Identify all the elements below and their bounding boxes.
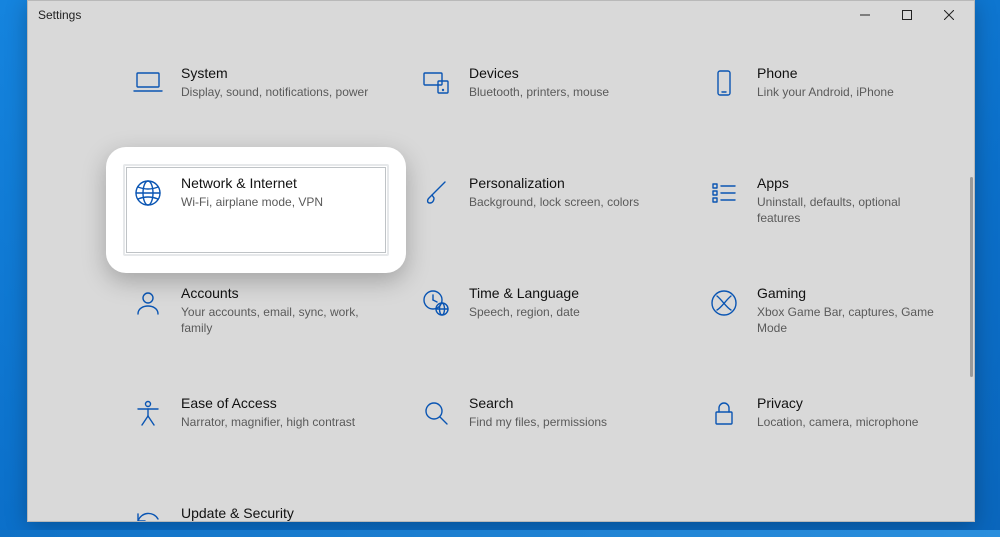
tile-title: Accounts <box>181 284 371 302</box>
tile-desc: Find my files, permissions <box>469 414 607 430</box>
scrollbar-thumb[interactable] <box>970 177 973 377</box>
tile-devices[interactable]: Devices Bluetooth, printers, mouse <box>414 57 674 143</box>
tile-desc: Background, lock screen, colors <box>469 194 639 210</box>
xbox-icon <box>707 286 741 320</box>
tile-update[interactable]: Update & Security Windows Update, recove… <box>126 497 386 521</box>
tile-time[interactable]: Time & Language Speech, region, date <box>414 277 674 363</box>
tile-desc: Your accounts, email, sync, work, family <box>181 304 371 336</box>
categories-grid: System Display, sound, notifications, po… <box>28 29 974 521</box>
tile-desc: Uninstall, defaults, optional features <box>757 194 947 226</box>
tile-desc: Narrator, magnifier, high contrast <box>181 414 355 430</box>
tile-title: Update & Security <box>181 504 369 521</box>
devices-icon <box>419 66 453 100</box>
tile-search[interactable]: Search Find my files, permissions <box>414 387 674 473</box>
titlebar: Settings <box>28 1 974 29</box>
tile-title: Devices <box>469 64 609 82</box>
tile-accounts[interactable]: Accounts Your accounts, email, sync, wor… <box>126 277 386 363</box>
sync-icon <box>131 506 165 521</box>
tile-title: Apps <box>757 174 947 192</box>
lock-icon <box>707 396 741 430</box>
apps-list-icon <box>707 176 741 210</box>
tile-network-highlight: Network & Internet Wi-Fi, airplane mode,… <box>106 147 406 273</box>
tile-desc: Link your Android, iPhone <box>757 84 894 100</box>
tile-title: Phone <box>757 64 894 82</box>
tile-title: Network & Internet <box>181 174 323 192</box>
globe-icon <box>131 176 165 210</box>
tile-title: Time & Language <box>469 284 580 302</box>
close-icon <box>944 10 954 20</box>
tile-title: System <box>181 64 368 82</box>
laptop-icon <box>131 66 165 100</box>
tile-apps[interactable]: Apps Uninstall, defaults, optional featu… <box>702 167 962 253</box>
desktop: Settings System Display, <box>0 0 1000 537</box>
tile-desc: Speech, region, date <box>469 304 580 320</box>
maximize-button[interactable] <box>886 1 928 29</box>
clock-globe-icon <box>419 286 453 320</box>
window-title: Settings <box>38 8 844 22</box>
tile-gaming[interactable]: Gaming Xbox Game Bar, captures, Game Mod… <box>702 277 962 363</box>
minimize-button[interactable] <box>844 1 886 29</box>
settings-home: System Display, sound, notifications, po… <box>28 29 974 521</box>
tile-title: Ease of Access <box>181 394 355 412</box>
tile-title: Search <box>469 394 607 412</box>
tile-title: Personalization <box>469 174 639 192</box>
settings-window: Settings System Display, <box>27 0 975 522</box>
paintbrush-icon <box>419 176 453 210</box>
tile-desc: Xbox Game Bar, captures, Game Mode <box>757 304 947 336</box>
tile-ease-of-access[interactable]: Ease of Access Narrator, magnifier, high… <box>126 387 386 473</box>
minimize-icon <box>860 10 870 20</box>
tile-title: Gaming <box>757 284 947 302</box>
tile-title: Privacy <box>757 394 918 412</box>
accessibility-icon <box>131 396 165 430</box>
phone-icon <box>707 66 741 100</box>
close-button[interactable] <box>928 1 970 29</box>
tile-personalization[interactable]: Personalization Background, lock screen,… <box>414 167 674 253</box>
maximize-icon <box>902 10 912 20</box>
tile-phone[interactable]: Phone Link your Android, iPhone <box>702 57 962 143</box>
tile-desc: Location, camera, microphone <box>757 414 918 430</box>
person-icon <box>131 286 165 320</box>
taskbar[interactable] <box>0 530 1000 537</box>
tile-system[interactable]: System Display, sound, notifications, po… <box>126 57 386 143</box>
tile-desc: Bluetooth, printers, mouse <box>469 84 609 100</box>
tile-desc: Display, sound, notifications, power <box>181 84 368 100</box>
tile-desc: Wi-Fi, airplane mode, VPN <box>181 194 323 210</box>
tile-privacy[interactable]: Privacy Location, camera, microphone <box>702 387 962 473</box>
search-icon <box>419 396 453 430</box>
tile-network[interactable]: Network & Internet Wi-Fi, airplane mode,… <box>126 167 386 253</box>
